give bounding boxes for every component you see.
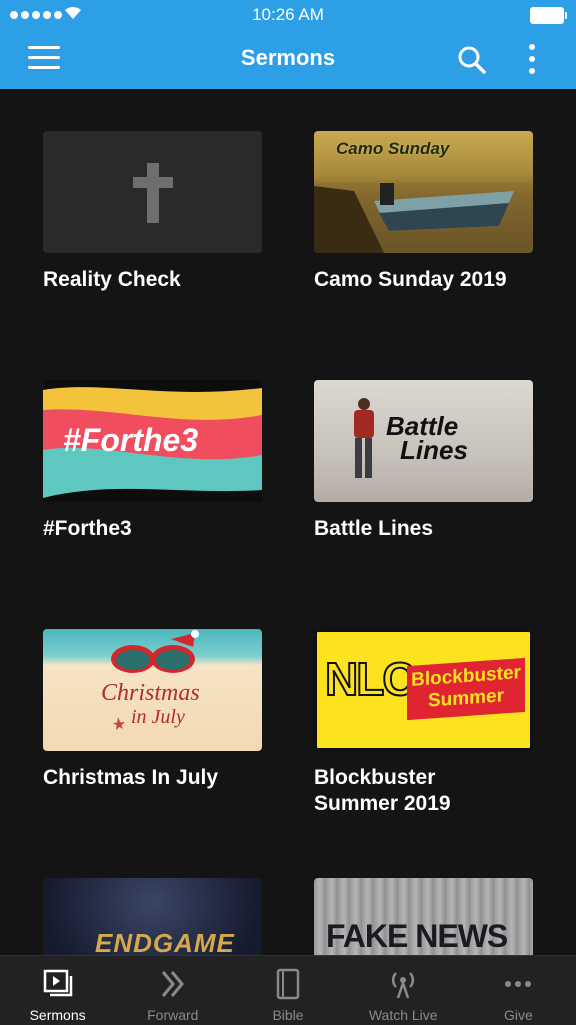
- tab-label: Sermons: [29, 1007, 86, 1023]
- more-options-icon[interactable]: [522, 42, 542, 76]
- more-horizontal-icon: [505, 981, 532, 987]
- sermon-card[interactable]: NLC Blockbuster Summer Blockbuster Summe…: [314, 629, 533, 817]
- page-title: Sermons: [240, 45, 336, 70]
- sermon-card[interactable]: Christmas in July Christmas In July: [43, 629, 262, 791]
- thumbnail-text: Camo Sunday: [336, 139, 450, 158]
- status-time: 10:26 AM: [252, 5, 324, 24]
- sermon-thumbnail: #Forthe3: [43, 380, 262, 502]
- tab-bible[interactable]: Bible: [230, 956, 345, 1025]
- sermon-title: Blockbuster Summer 2019: [314, 766, 451, 815]
- sermon-title: Christmas In July: [43, 766, 219, 789]
- sermon-card[interactable]: #Forthe3 #Forthe3: [43, 380, 262, 542]
- cross-icon: [133, 163, 173, 223]
- thumbnail-text-line: in July: [131, 706, 185, 728]
- sermon-card[interactable]: Battle Lines Battle Lines: [314, 380, 533, 542]
- sermon-thumbnail: Battle Lines: [314, 380, 533, 502]
- status-bar: 10:26 AM: [0, 0, 576, 30]
- thumbnail-text: NLC: [324, 652, 417, 706]
- app-header: 10:26 AM Sermons: [0, 0, 576, 89]
- thumbnail-text: Christmas in July: [101, 681, 200, 729]
- tab-label: Give: [504, 1007, 533, 1023]
- broadcast-icon: [392, 972, 415, 999]
- sermon-thumbnail: [43, 131, 262, 253]
- tab-label: Watch Live: [368, 1007, 438, 1023]
- thumbnail-text: #Forthe3: [63, 422, 199, 458]
- tab-give[interactable]: Give: [461, 956, 576, 1025]
- sermon-title: Battle Lines: [314, 517, 434, 540]
- tab-watch-live[interactable]: Watch Live: [346, 956, 461, 1025]
- sermon-title: #Forthe3: [43, 517, 132, 540]
- sermon-card[interactable]: Camo Sunday Camo Sunday 2019: [314, 131, 533, 293]
- thumbnail-text: Battle Lines: [386, 413, 468, 465]
- sermon-title: Camo Sunday 2019: [314, 268, 507, 291]
- sermon-thumbnail: Camo Sunday: [314, 131, 533, 253]
- chevrons-right-icon: [161, 971, 184, 997]
- thumbnail-text: FAKE NEWS: [326, 918, 508, 954]
- sermons-icon: [43, 969, 72, 997]
- tab-forward[interactable]: Forward: [115, 956, 230, 1025]
- search-icon[interactable]: [457, 45, 487, 75]
- tab-bar: Sermons Forward Bible Watch Live Give: [0, 955, 576, 1025]
- book-icon: [276, 968, 300, 1000]
- tab-sermons[interactable]: Sermons: [0, 956, 115, 1025]
- sermon-title: Reality Check: [43, 268, 181, 291]
- sermon-card[interactable]: Reality Check: [43, 131, 262, 293]
- sermon-thumbnail: NLC Blockbuster Summer: [314, 629, 533, 751]
- thumbnail-banner: Blockbuster Summer: [407, 657, 525, 721]
- sermon-thumbnail: Christmas in July: [43, 629, 262, 751]
- tab-label: Forward: [147, 1007, 199, 1023]
- battery-icon: [530, 7, 567, 24]
- thumbnail-text-line: Lines: [400, 435, 468, 465]
- thumbnail-text-line: Christmas: [101, 680, 200, 706]
- tab-label: Bible: [272, 1007, 304, 1023]
